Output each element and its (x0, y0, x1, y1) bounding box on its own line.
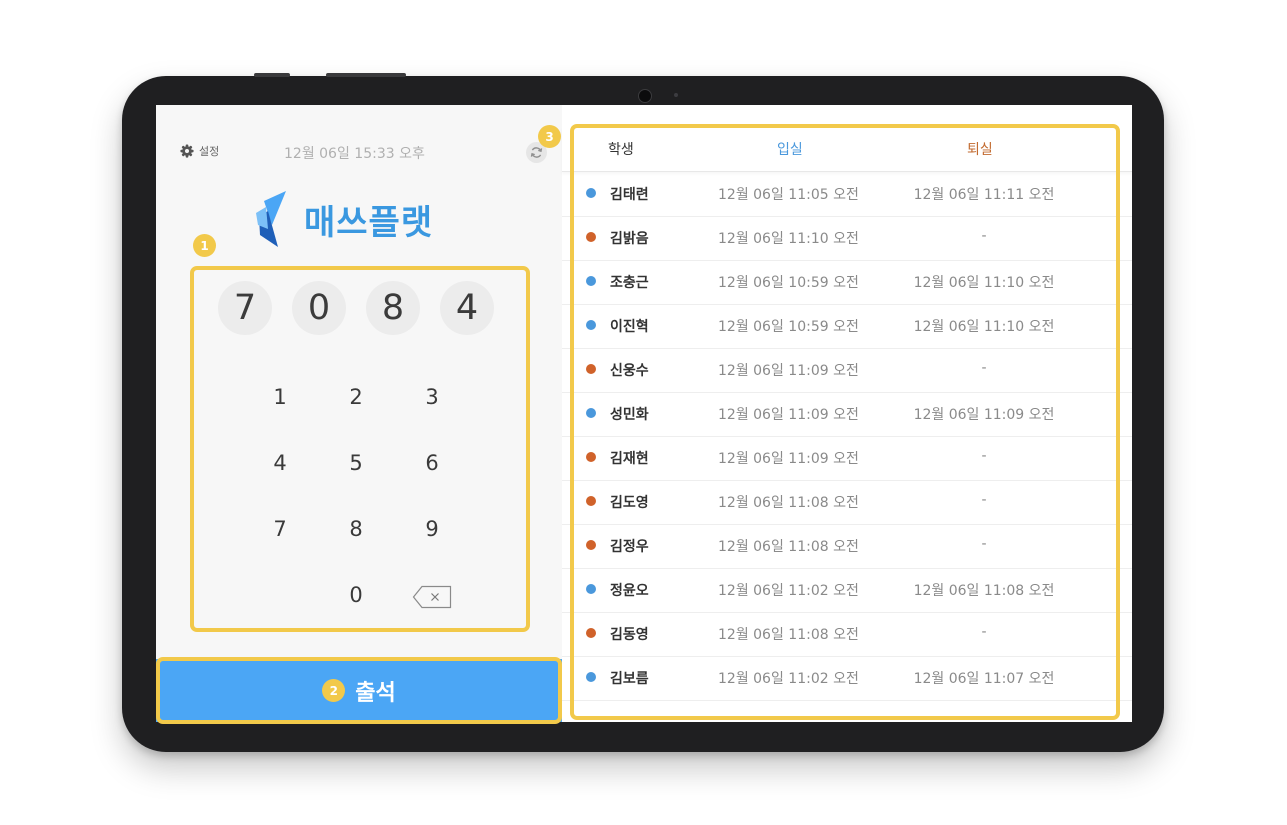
logo-icon (256, 191, 286, 247)
highlight-attend-button (156, 657, 562, 724)
volume-button (254, 73, 290, 77)
highlight-keypad (190, 266, 530, 632)
refresh-icon (530, 147, 543, 158)
gear-icon (180, 144, 194, 158)
annotation-badge-1: 1 (193, 234, 216, 257)
settings-button[interactable]: 설정 (180, 143, 219, 159)
logo-text: 매쓰플랫 (304, 202, 434, 243)
brand-logo: 매쓰플랫 (256, 191, 433, 247)
annotation-badge-3: 3 (538, 125, 561, 148)
power-button (326, 73, 406, 77)
highlight-attendance-list (570, 124, 1120, 720)
light-sensor (674, 93, 678, 97)
settings-label: 설정 (199, 145, 220, 158)
front-camera (638, 89, 652, 103)
current-datetime: 12월 06일 15:33 오후 (284, 146, 425, 162)
